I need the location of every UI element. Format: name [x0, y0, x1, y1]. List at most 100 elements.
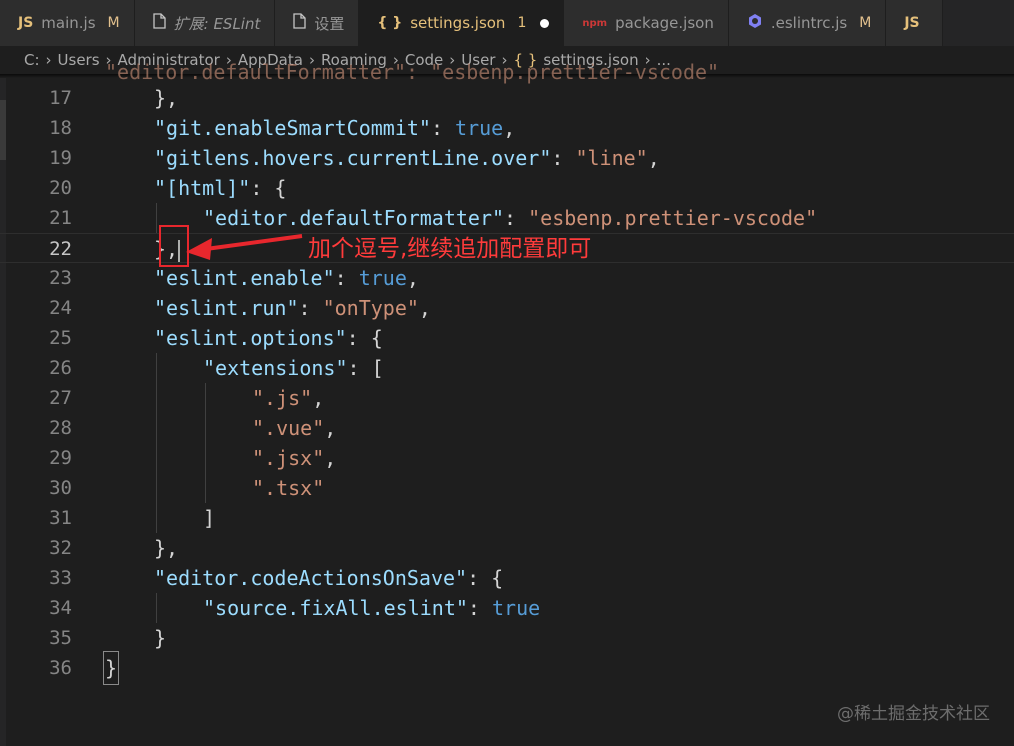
editor-tab-bar: JS main.js M 扩展: ESLint 设置 { } settings.json 1 n… — [0, 0, 1014, 46]
code-text: "extensions": [ — [203, 353, 384, 383]
tab-eslintrc-js[interactable]: .eslintrc.js M — [728, 0, 887, 46]
code-token: : [ — [347, 356, 384, 380]
code-line[interactable]: 23 "eslint.enable": true, — [0, 263, 1014, 293]
code-token: : — [467, 596, 492, 620]
code-text: ".vue", — [252, 413, 336, 443]
line-number: 29 — [49, 447, 72, 469]
code-text: "eslint.run": "onType", — [154, 293, 431, 323]
code-line[interactable]: 28 ".vue", — [0, 413, 1014, 443]
code-line[interactable]: 27 ".js", — [0, 383, 1014, 413]
code-line[interactable]: 24 "eslint.run": "onType", — [0, 293, 1014, 323]
code-token: "gitlens.hovers.currentLine.over" — [154, 146, 552, 170]
line-number: 22 — [49, 238, 72, 260]
code-line[interactable]: 30 ".tsx" — [0, 473, 1014, 503]
line-number: 26 — [49, 357, 72, 379]
line-number: 20 — [49, 177, 72, 199]
code-token: "eslint.options" — [154, 326, 347, 350]
code-token: , — [647, 146, 660, 170]
code-line[interactable]: 17}, — [0, 83, 1014, 113]
json-file-icon: { } — [377, 15, 403, 31]
code-line[interactable]: 33 "editor.codeActionsOnSave": { — [0, 563, 1014, 593]
code-token: "esbenp.prettier-vscode" — [528, 206, 818, 230]
code-text: ] — [203, 503, 215, 533]
code-token: ".jsx" — [252, 446, 325, 470]
line-number: 23 — [49, 267, 72, 289]
code-token: true — [492, 596, 541, 620]
code-line[interactable]: 29 ".jsx", — [0, 443, 1014, 473]
code-line[interactable]: 35} — [0, 623, 1014, 653]
code-token: : { — [467, 566, 504, 590]
code-token: "source.fixAll.eslint" — [203, 596, 468, 620]
breadcrumb-item[interactable]: C: — [24, 51, 40, 69]
code-token: ".tsx" — [252, 476, 325, 500]
code-token: "[html]" — [154, 176, 251, 200]
code-token: : — [334, 266, 359, 290]
line-number: 31 — [49, 507, 72, 529]
code-token: : — [298, 296, 323, 320]
code-text: "editor.codeActionsOnSave": { — [154, 563, 503, 593]
code-line[interactable]: 19 "gitlens.hovers.currentLine.over": "li… — [0, 143, 1014, 173]
code-line[interactable]: 32}, — [0, 533, 1014, 563]
line-number: 21 — [49, 207, 72, 229]
code-token: : — [430, 116, 456, 140]
tab-eslint[interactable]: 扩展: ESLint — [134, 0, 276, 46]
tab-package-json[interactable]: npm package.json — [564, 0, 729, 46]
code-token: , — [406, 266, 419, 290]
code-line[interactable]: 34 "source.fixAll.eslint": true — [0, 593, 1014, 623]
tab-modified-badge: 1 — [517, 15, 527, 31]
unsaved-dot-icon[interactable] — [540, 18, 550, 28]
line-number: 25 — [49, 327, 72, 349]
code-text: ".jsx", — [252, 443, 336, 473]
code-token: true — [455, 116, 504, 140]
code-line[interactable]: 25 "eslint.options": { — [0, 323, 1014, 353]
code-token: }, — [154, 86, 179, 110]
code-token: : { — [250, 176, 287, 200]
code-token: true — [358, 266, 407, 290]
indent-guide — [156, 353, 157, 533]
annotation-arrow-icon — [186, 234, 303, 260]
code-editor[interactable]: "editor.defaultFormatter": "esbenp.prett… — [0, 60, 1014, 746]
tab-item-6[interactable]: JS — [886, 0, 943, 46]
code-token: "line" — [575, 146, 648, 170]
tab-modified-badge: M — [859, 15, 872, 31]
tab-settings-json[interactable]: { } settings.json 1 — [359, 0, 565, 46]
code-line[interactable]: 18 "git.enableSmartCommit": true, — [0, 113, 1014, 143]
code-token: , — [503, 116, 516, 140]
code-token: "eslint.run" — [154, 296, 299, 320]
code-line[interactable]: 31] — [0, 503, 1014, 533]
code-line[interactable]: 20 "[html]": { — [0, 173, 1014, 203]
code-text: "eslint.enable": true, — [154, 263, 419, 293]
code-line[interactable]: 36} — [0, 651, 1014, 685]
code-text: }, — [154, 83, 178, 113]
file-icon — [293, 13, 307, 33]
tab-label: settings.json — [410, 14, 506, 32]
tab-main-js[interactable]: JS main.js M — [0, 0, 135, 46]
npm-icon: npm — [582, 17, 608, 29]
indent-guide — [205, 383, 206, 503]
code-token: : — [504, 206, 529, 230]
line-number: 19 — [49, 147, 72, 169]
line-number: 17 — [49, 87, 72, 109]
js-file-icon: JS — [18, 15, 34, 31]
annotation-text: 加个逗号,继续追加配置即可 — [308, 236, 592, 262]
code-token: ] — [203, 506, 216, 530]
line-number: 24 — [49, 297, 72, 319]
line-number: 33 — [49, 567, 72, 589]
line-number: 30 — [49, 477, 72, 499]
line-number: 18 — [49, 117, 72, 139]
code-token: , — [418, 296, 431, 320]
breadcrumb-item[interactable]: Users — [58, 51, 100, 69]
partial-line: "editor.defaultFormatter": "esbenp.prett… — [105, 60, 720, 84]
code-token: "eslint.enable" — [154, 266, 335, 290]
code-token: : { — [346, 326, 383, 350]
tab-label: main.js — [41, 14, 96, 32]
code-token: "editor.defaultFormatter" — [203, 206, 505, 230]
code-text: "git.enableSmartCommit": true, — [154, 113, 515, 143]
tab-item-2[interactable]: 设置 — [275, 0, 360, 46]
code-line[interactable]: 26 "extensions": [ — [0, 353, 1014, 383]
tab-label: 设置 — [314, 14, 345, 33]
line-number: 32 — [49, 537, 72, 559]
code-text: } — [102, 651, 120, 685]
code-text: "eslint.options": { — [154, 323, 383, 353]
code-token: ".js" — [252, 386, 313, 410]
